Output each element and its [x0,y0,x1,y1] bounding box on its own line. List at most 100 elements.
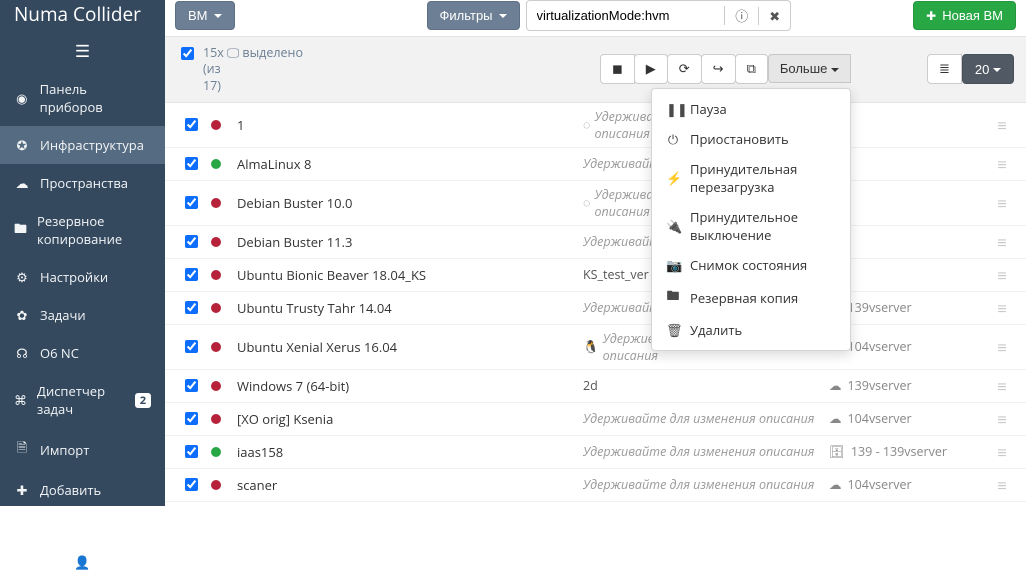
dropdown-item[interactable]: 📷Снимок состояния [652,250,850,280]
drag-handle[interactable]: ≡ [990,408,1014,430]
sidebar-item[interactable]: ⌘Диспетчер задач2 [0,372,165,428]
vm-name[interactable]: [XO orig] Ksenia [237,410,577,428]
sidebar-item[interactable]: 🗎Импорт [0,428,165,471]
vm-host[interactable]: ☁139vserver [829,299,984,316]
vm-dropdown-button[interactable]: ВМ [175,1,235,30]
row-checkbox[interactable] [181,301,202,314]
drag-handle[interactable]: ≡ [990,375,1014,397]
nav-icon: ◉ [14,89,30,107]
drag-handle[interactable]: ≡ [990,297,1014,319]
vm-host[interactable]: 🗄139 - 139vserver [829,443,984,460]
row-checkbox[interactable] [181,412,202,425]
table-row[interactable]: Debian Buster 11.3Удерживайте для измене… [165,226,1026,259]
drag-handle[interactable]: ≡ [990,231,1014,253]
sidebar-item[interactable]: ◉Панель приборов [0,70,165,126]
status-dot [211,237,221,247]
sidebar-item[interactable]: 🖿Резервное копирование [0,202,165,258]
vm-name[interactable]: Debian Buster 10.0 [237,194,577,212]
table-row[interactable]: Debian Buster 10.0◌Удерживайте для измен… [165,181,1026,226]
stop-button[interactable]: ◼ [600,54,635,84]
vm-host[interactable]: ☁139vserver [829,377,984,394]
table-row[interactable]: vyosУдерживайте для изменения описания☁1… [165,502,1026,506]
sidebar-exit[interactable]: ↪ Выход [0,509,165,543]
dropdown-item[interactable]: ❚❚Пауза [652,94,850,124]
drag-handle[interactable]: ≡ [990,153,1014,175]
dropdown-item[interactable]: 🖿Резервная копия [652,280,850,315]
sidebar-item[interactable]: ☊О6 NC [0,334,165,372]
sidebar-toggle[interactable]: ☰ [0,37,165,70]
table-row[interactable]: 1◌Удерживайте для изменения описания≡ [165,103,1026,148]
row-checkbox[interactable] [181,379,202,392]
vm-host[interactable]: ☁104vserver [829,338,984,355]
table-row[interactable]: [XO orig] Ksenia Удерживайте для изменени… [165,403,1026,436]
row-checkbox[interactable] [181,445,202,458]
reload-button[interactable]: ⟳ [667,54,702,84]
vm-description[interactable]: 2d [583,377,823,394]
more-dropdown: ❚❚Пауза⏻Приостановить⚡Принудительная пер… [651,88,851,351]
dropdown-item-icon: 🔌 [666,217,680,235]
vm-name[interactable]: AlmaLinux 8 [237,155,577,173]
drag-handle[interactable]: ≡ [990,474,1014,496]
selection-toolbar: 15x 🖵 выделено (из 17) ◼ ▶ ⟳ ↪ ⧉ Больше [165,36,1026,103]
drag-handle[interactable]: ≡ [990,264,1014,286]
vm-name[interactable]: Ubuntu Xenial Xerus 16.04 [237,338,577,356]
row-checkbox[interactable] [181,340,202,353]
sidebar-item[interactable]: ✚Добавить [0,471,165,509]
table-row[interactable]: Ubuntu Xenial Xerus 16.04🐧Удерживайте дл… [165,325,1026,370]
new-vm-button[interactable]: Новая ВМ [913,1,1016,30]
vm-name[interactable]: Ubuntu Bionic Beaver 18.04_KS [237,266,577,284]
vm-host[interactable]: ☁104vserver [829,476,984,493]
host-icon: ☁ [829,476,842,493]
vm-name[interactable]: Windows 7 (64-bit) [237,377,577,395]
select-all-checkbox[interactable] [181,47,194,60]
sidebar-item[interactable]: ✿Задачи [0,296,165,334]
filters-label: Фильтры [440,8,493,23]
more-button[interactable]: Больше [768,54,851,83]
row-checkbox[interactable] [181,235,202,248]
table-row[interactable]: Ubuntu Trusty Tahr 14.04Удерживайте для … [165,292,1026,325]
dropdown-item[interactable]: ⚡Принудительная перезагрузка [652,154,850,202]
drag-handle[interactable]: ≡ [990,336,1014,358]
vm-name[interactable]: 1 [237,116,577,134]
drag-handle[interactable]: ≡ [990,192,1014,214]
copy-button[interactable]: ⧉ [735,54,768,84]
drag-handle[interactable]: ≡ [990,441,1014,463]
table-row[interactable]: Windows 7 (64-bit) 2d ☁139vserver ≡ [165,370,1026,403]
sidebar-item[interactable]: ⚙Настройки [0,258,165,296]
vm-description[interactable]: Удерживайте для изменения описания [583,476,823,493]
row-checkbox[interactable] [181,196,202,209]
vm-name[interactable]: iaas158 [237,443,577,461]
table-row[interactable]: iaas158 Удерживайте для изменения описани… [165,436,1026,469]
filter-input[interactable] [527,8,725,23]
filter-info-icon[interactable]: ⓘ [724,6,758,25]
grid-view-button[interactable]: ≣ [927,54,962,84]
row-checkbox[interactable] [181,478,202,491]
vm-name[interactable]: Debian Buster 11.3 [237,233,577,251]
dropdown-item[interactable]: ⏻Приостановить [652,124,850,154]
page-size-button[interactable]: 20 [962,54,1014,84]
sidebar-item[interactable]: ✪Инфраструктура [0,126,165,164]
row-checkbox[interactable] [181,157,202,170]
dropdown-item[interactable]: 🗑Удалить [652,315,850,345]
vm-description[interactable]: Удерживайте для изменения описания [583,410,823,427]
nav-icon: ⌘ [14,391,27,409]
filter-clear-icon[interactable]: ✖ [758,7,790,25]
table-row[interactable]: AlmaLinux 8Удерживайте для изменения опи… [165,148,1026,181]
host-icon: ☁ [829,377,842,394]
dropdown-item[interactable]: 🔌Принудительное выключение [652,202,850,250]
play-button[interactable]: ▶ [634,54,668,84]
table-row[interactable]: scaner Удерживайте для изменения описания… [165,469,1026,502]
vm-host[interactable]: ☁104vserver [829,410,984,427]
table-row[interactable]: Ubuntu Bionic Beaver 18.04_KSKS_test_ver… [165,259,1026,292]
nav-label: Задачи [40,306,86,324]
vm-name[interactable]: Ubuntu Trusty Tahr 14.04 [237,299,577,317]
row-checkbox[interactable] [181,268,202,281]
vm-name[interactable]: scaner [237,476,577,494]
migrate-button[interactable]: ↪ [701,54,736,84]
filters-dropdown-button[interactable]: Фильтры [427,1,520,30]
drag-handle[interactable]: ≡ [990,114,1014,136]
sidebar-user[interactable]: 👤 [0,543,165,585]
vm-description[interactable]: Удерживайте для изменения описания [583,443,823,460]
row-checkbox[interactable] [181,118,202,131]
sidebar-item[interactable]: ☁Пространства [0,164,165,202]
